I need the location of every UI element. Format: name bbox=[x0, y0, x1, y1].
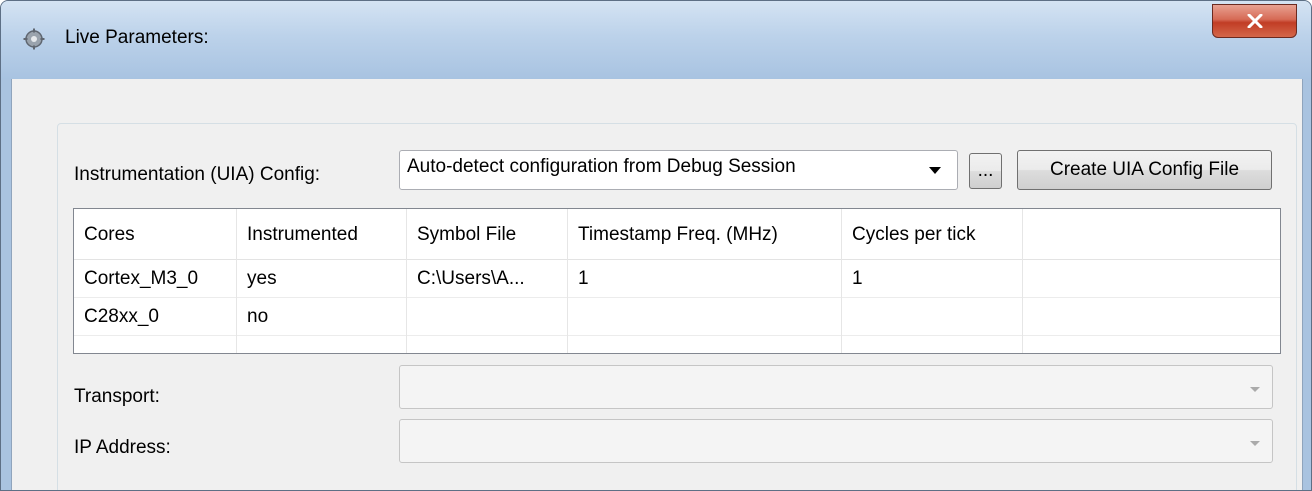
cell-blank bbox=[74, 335, 237, 353]
chevron-down-icon bbox=[1250, 387, 1260, 392]
column-header-empty bbox=[1023, 209, 1280, 259]
gear-icon bbox=[23, 28, 45, 50]
config-dropdown-value: Auto-detect configuration from Debug Ses… bbox=[407, 156, 796, 177]
column-header-cycles-per-tick[interactable]: Cycles per tick bbox=[842, 209, 1023, 259]
table-row[interactable]: C28xx_0 no bbox=[74, 297, 1280, 336]
ip-address-dropdown[interactable] bbox=[399, 419, 1273, 463]
config-label: Instrumentation (UIA) Config: bbox=[74, 164, 321, 185]
cell-blank bbox=[568, 335, 842, 353]
cell-blank bbox=[1023, 335, 1280, 353]
settings-group: Instrumentation (UIA) Config: Auto-detec… bbox=[57, 123, 1297, 490]
column-header-symbol-file[interactable]: Symbol File bbox=[407, 209, 568, 259]
cell-symbol-file bbox=[407, 297, 568, 335]
ip-address-label: IP Address: bbox=[74, 437, 171, 458]
table-header: Cores Instrumented Symbol File Timestamp… bbox=[74, 209, 1280, 260]
column-header-instrumented[interactable]: Instrumented bbox=[237, 209, 407, 259]
cell-blank bbox=[842, 335, 1023, 353]
cell-instrumented: no bbox=[237, 297, 407, 335]
live-parameters-window: Live Parameters: Instrumentation (UIA) C… bbox=[0, 0, 1312, 491]
title-bar[interactable]: Live Parameters: bbox=[1, 1, 1311, 79]
chevron-down-icon bbox=[929, 167, 941, 174]
chevron-down-icon bbox=[1250, 441, 1260, 446]
cell-cycles-per-tick: 1 bbox=[842, 259, 1023, 297]
cell-empty bbox=[1023, 259, 1280, 297]
close-icon bbox=[1247, 14, 1262, 28]
table-row[interactable]: Cortex_M3_0 yes C:\Users\A... 1 1 bbox=[74, 259, 1280, 298]
cell-blank bbox=[407, 335, 568, 353]
cell-empty bbox=[1023, 297, 1280, 335]
transport-label: Transport: bbox=[74, 386, 160, 407]
cell-core: C28xx_0 bbox=[74, 297, 237, 335]
cores-table: Cores Instrumented Symbol File Timestamp… bbox=[73, 208, 1281, 354]
cell-timestamp-freq bbox=[568, 297, 842, 335]
cell-timestamp-freq: 1 bbox=[568, 259, 842, 297]
cell-cycles-per-tick bbox=[842, 297, 1023, 335]
dialog-client-area: Instrumentation (UIA) Config: Auto-detec… bbox=[11, 79, 1303, 490]
column-header-cores[interactable]: Cores bbox=[74, 209, 237, 259]
column-header-timestamp-freq[interactable]: Timestamp Freq. (MHz) bbox=[568, 209, 842, 259]
cell-blank bbox=[237, 335, 407, 353]
create-uia-config-button[interactable]: Create UIA Config File bbox=[1017, 150, 1272, 190]
cell-symbol-file: C:\Users\A... bbox=[407, 259, 568, 297]
table-row-empty bbox=[74, 335, 1280, 353]
close-button[interactable] bbox=[1212, 4, 1297, 38]
cell-instrumented: yes bbox=[237, 259, 407, 297]
config-dropdown[interactable]: Auto-detect configuration from Debug Ses… bbox=[399, 150, 958, 190]
transport-dropdown[interactable] bbox=[399, 365, 1273, 409]
window-title: Live Parameters: bbox=[65, 27, 209, 48]
cell-core: Cortex_M3_0 bbox=[74, 259, 237, 297]
browse-button[interactable]: ... bbox=[969, 153, 1002, 189]
